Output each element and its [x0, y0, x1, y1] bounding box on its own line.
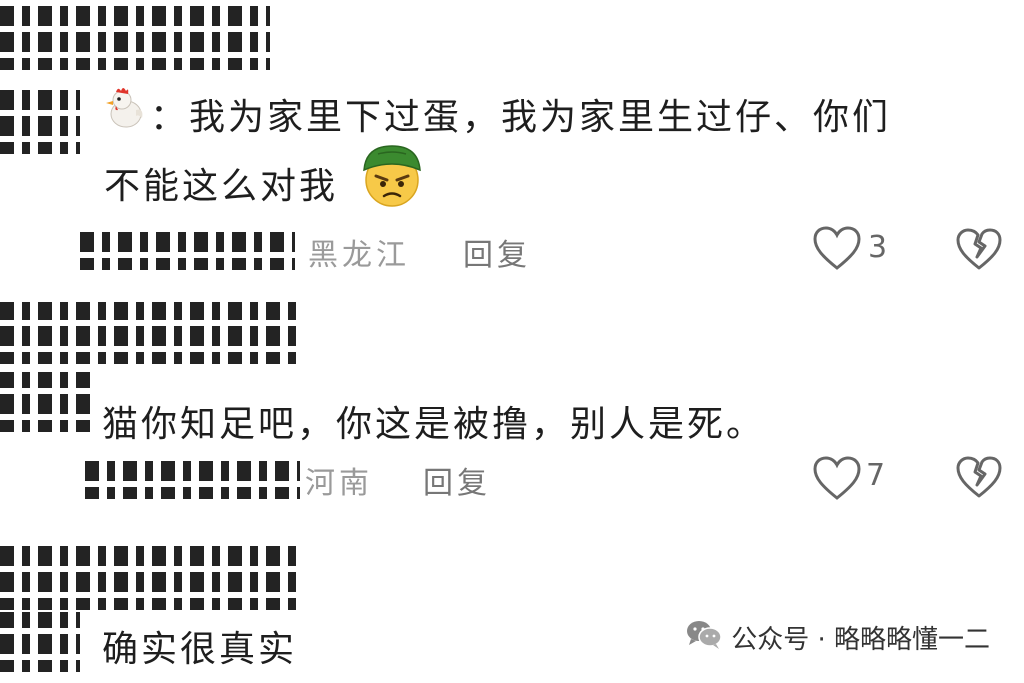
- watermark: 公众号 · 略略略懂一二: [685, 618, 990, 657]
- heart-outline-icon[interactable]: [812, 456, 862, 506]
- redacted-username: [0, 0, 270, 70]
- redacted-avatar: [0, 372, 90, 432]
- like-count: 7: [866, 458, 886, 493]
- wechat-icon: [685, 618, 723, 657]
- redacted-username: [0, 540, 300, 610]
- redacted-avatar: [0, 84, 80, 154]
- heart-outline-icon[interactable]: [812, 226, 862, 276]
- redacted-username: [80, 226, 295, 270]
- comment-text-line: 确实很真实: [102, 629, 298, 670]
- broken-heart-icon[interactable]: [955, 228, 1003, 276]
- chicken-emoji-icon: [102, 84, 146, 134]
- watermark-text: 公众号 · 略略略懂一二: [731, 625, 990, 655]
- comment-text-line: 猫你知足吧，你这是被撸，别人是死。: [102, 404, 766, 445]
- broken-heart-icon[interactable]: [955, 456, 1003, 504]
- comment-text-line: ：我为家里下过蛋，我为家里生过仔、你们: [150, 97, 892, 138]
- comment-location: 河南: [305, 466, 373, 501]
- comment-location: 黑龙江: [308, 238, 410, 273]
- redacted-username: [85, 455, 300, 499]
- comment-text-line: 不能这么对我: [104, 166, 339, 207]
- reply-button[interactable]: 回复: [423, 458, 491, 502]
- redacted-username: [0, 302, 300, 364]
- like-count: 3: [868, 230, 888, 265]
- redacted-avatar: [0, 612, 80, 672]
- angry-face-green-hat-emoji-icon: [356, 140, 428, 214]
- reply-button[interactable]: 回复: [463, 230, 531, 274]
